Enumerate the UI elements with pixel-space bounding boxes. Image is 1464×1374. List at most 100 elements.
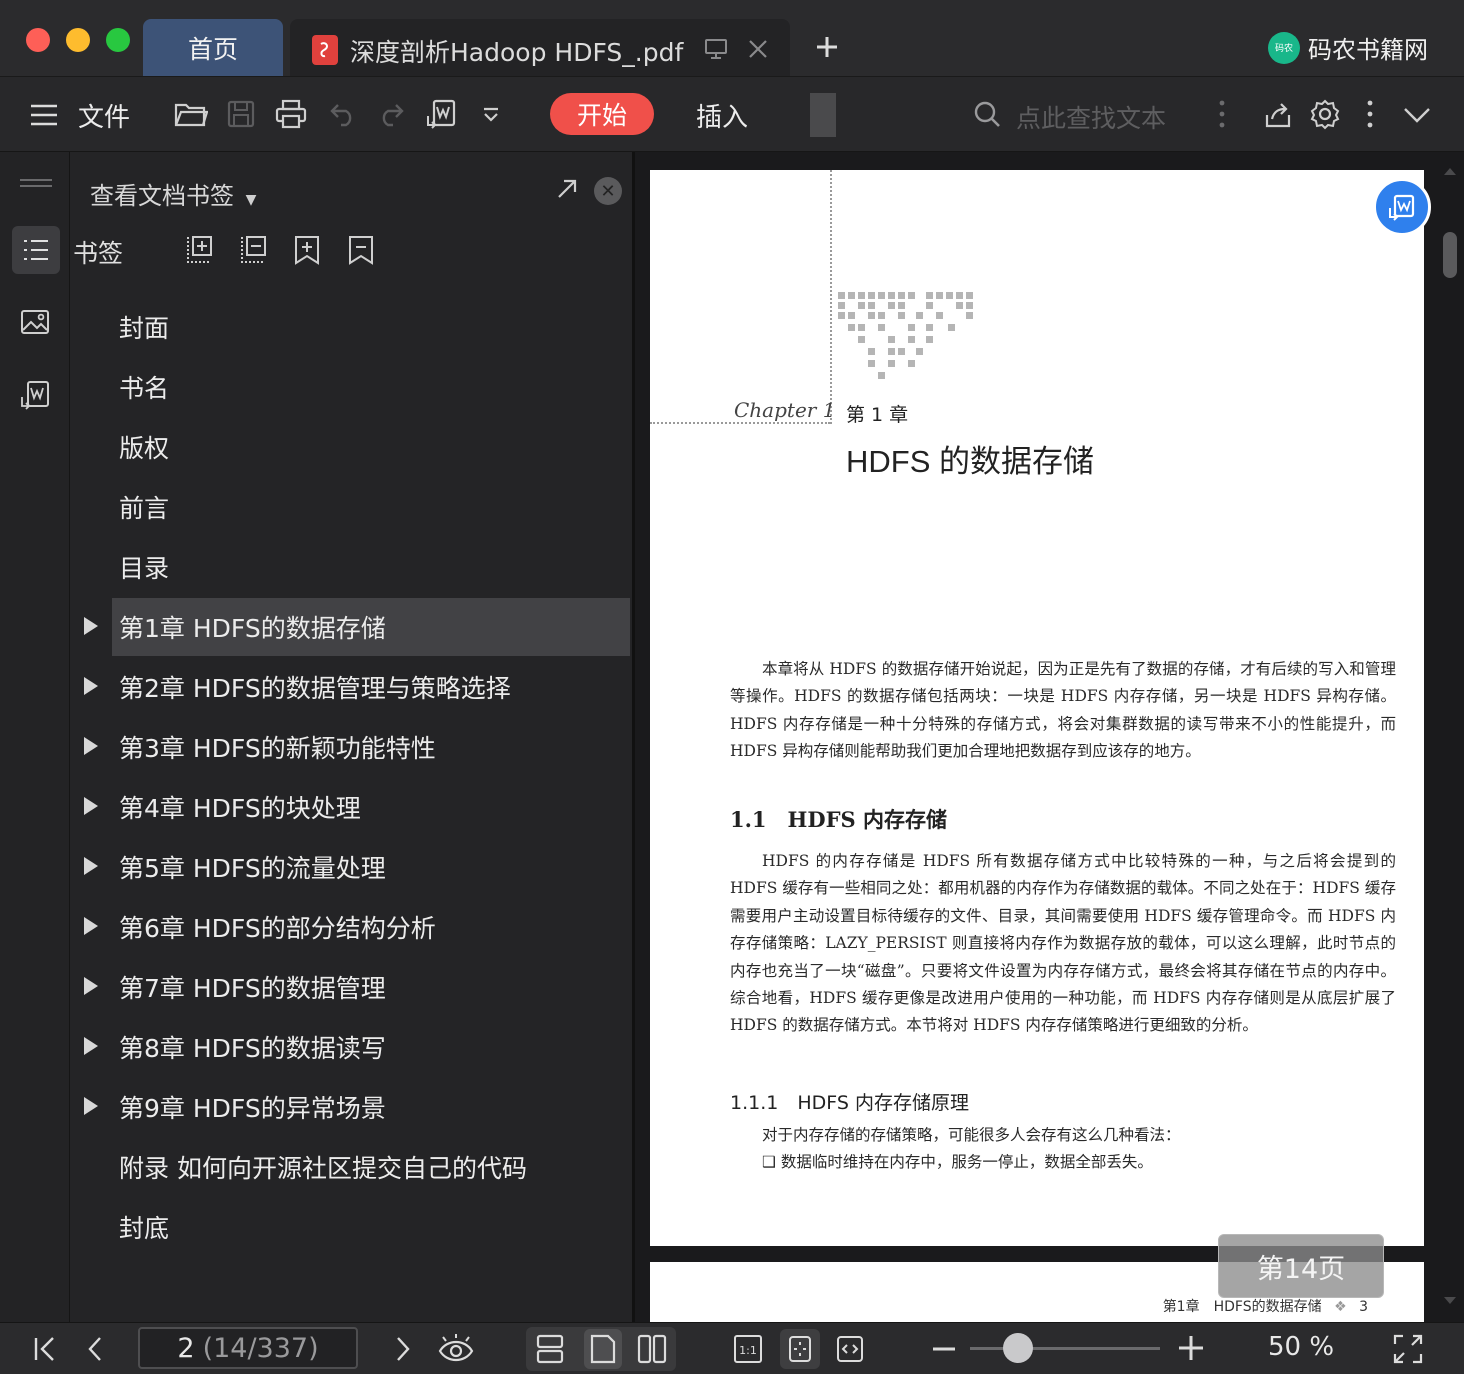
zoom-level-value[interactable]: 50 % — [1268, 1332, 1334, 1362]
document-viewer[interactable]: Chapter 1 第 1 章 HDFS 的数据存储 本章将从 HDFS 的数据… — [635, 152, 1464, 1322]
maximize-window-button[interactable] — [106, 28, 130, 52]
single-page-view-icon[interactable] — [584, 1329, 622, 1369]
fit-page-icon[interactable] — [780, 1329, 820, 1369]
fullscreen-icon[interactable] — [1392, 1333, 1424, 1365]
zoom-slider-track[interactable] — [970, 1347, 1160, 1350]
page-number-input[interactable]: 2 (14/337) — [138, 1327, 358, 1369]
zoom-in-plus-icon[interactable] — [1176, 1333, 1206, 1363]
bookmark-item[interactable]: 前言 — [112, 478, 630, 536]
expand-triangle-icon[interactable] — [84, 677, 98, 695]
close-tab-icon[interactable] — [744, 35, 772, 63]
expand-triangle-icon[interactable] — [84, 737, 98, 755]
bookmark-item[interactable]: 第5章 HDFS的流量处理 — [84, 838, 630, 896]
bookmark-item[interactable]: 第7章 HDFS的数据管理 — [84, 958, 630, 1016]
brand: 码农 码农书籍网 — [1268, 30, 1428, 65]
toolbar-scroll-right-button[interactable] — [810, 93, 836, 137]
save-icon[interactable] — [224, 97, 258, 131]
settings-gear-icon[interactable] — [1308, 97, 1342, 131]
bookmark-item-selected[interactable]: 第1章 HDFS的数据存储 — [84, 598, 630, 656]
bookmark-item[interactable]: 第3章 HDFS的新颖功能特性 — [84, 718, 630, 776]
insert-tab-button[interactable]: 插入 — [696, 97, 748, 134]
start-tab-button[interactable]: 开始 — [550, 93, 654, 135]
page-detail: (14/337) — [202, 1332, 319, 1364]
close-panel-icon[interactable]: ✕ — [594, 177, 622, 205]
collapse-toolbar-chevron-icon[interactable] — [1400, 103, 1434, 127]
bookmark-item[interactable]: 第4章 HDFS的块处理 — [84, 778, 630, 836]
search-input[interactable]: 点此查找文本 — [1016, 99, 1166, 135]
subsection-intro: 对于内存存储的存储策略，可能很多人会存有这么几种看法： — [762, 1126, 1181, 1144]
file-menu[interactable]: 文件 — [78, 97, 130, 134]
print-icon[interactable] — [274, 97, 308, 131]
bookmark-item[interactable]: 封底 — [112, 1198, 630, 1256]
undock-panel-icon[interactable] — [554, 176, 580, 202]
scroll-up-arrow-icon[interactable] — [1443, 166, 1457, 180]
zoom-slider-thumb[interactable] — [1002, 1333, 1033, 1363]
next-page-icon[interactable] — [388, 1335, 418, 1363]
expand-triangle-icon[interactable] — [84, 1037, 98, 1055]
collapse-all-bookmarks-icon[interactable] — [238, 234, 268, 266]
continuous-scroll-view-icon[interactable] — [532, 1331, 568, 1367]
share-icon[interactable] — [1262, 99, 1294, 131]
intro-paragraph: 本章将从 HDFS 的数据存储开始说起，因为正是先有了数据的存储，才有后续的写入… — [730, 660, 1396, 761]
bookmark-item[interactable]: 第9章 HDFS的异常场景 — [84, 1078, 630, 1136]
bookmark-item[interactable]: 第6章 HDFS的部分结构分析 — [84, 898, 630, 956]
floating-convert-button[interactable] — [1373, 178, 1431, 236]
expand-triangle-icon[interactable] — [84, 977, 98, 995]
bookmark-item[interactable]: 目录 — [112, 538, 630, 596]
tab-document[interactable]: 深度剖析Hadoop HDFS_.pdf — [290, 19, 790, 76]
rail-convert-icon[interactable] — [16, 376, 54, 414]
rail-bookmarks-button[interactable] — [12, 226, 60, 274]
bookmark-item[interactable]: 第8章 HDFS的数据读写 — [84, 1018, 630, 1076]
reading-mode-eye-icon[interactable] — [436, 1331, 476, 1367]
fit-width-icon[interactable] — [832, 1331, 868, 1367]
new-tab-plus-icon[interactable] — [812, 32, 842, 62]
search-icon[interactable] — [972, 99, 1002, 129]
rail-drag-handle[interactable] — [20, 178, 52, 188]
expand-all-bookmarks-icon[interactable] — [184, 234, 214, 266]
page-indicator-badge: 第14页 — [1218, 1234, 1384, 1298]
pdf-page: Chapter 1 第 1 章 HDFS 的数据存储 本章将从 HDFS 的数据… — [650, 170, 1424, 1246]
bookmark-section-label: 书签 — [73, 239, 124, 268]
bookmark-item[interactable]: 第2章 HDFS的数据管理与策略选择 — [84, 658, 630, 716]
expand-triangle-icon[interactable] — [84, 617, 98, 635]
tab-home[interactable]: 首页 — [143, 19, 283, 76]
brand-logo-icon: 码农 — [1268, 31, 1300, 64]
panel-title-label: 查看文档书签 — [90, 182, 234, 210]
minimize-window-button[interactable] — [66, 28, 90, 52]
expand-triangle-icon[interactable] — [84, 1097, 98, 1115]
more-dropdown-icon[interactable] — [478, 103, 504, 127]
tab-document-label: 深度剖析Hadoop HDFS_.pdf — [350, 38, 684, 67]
chapter-number: 第 1 章 — [846, 404, 909, 426]
more-vertical-icon[interactable] — [1212, 97, 1232, 131]
scroll-down-arrow-icon[interactable] — [1443, 1296, 1457, 1310]
bookmark-item[interactable]: 版权 — [112, 418, 630, 476]
decorative-diamond-icon: ❖ — [1334, 1299, 1347, 1315]
two-page-view-icon[interactable] — [634, 1331, 670, 1367]
bookmark-item[interactable]: 书名 — [112, 358, 630, 416]
vertical-scrollbar-thumb[interactable] — [1443, 232, 1457, 278]
expand-triangle-icon[interactable] — [84, 917, 98, 935]
close-window-button[interactable] — [26, 28, 50, 52]
redo-icon[interactable] — [374, 97, 408, 131]
panel-title-dropdown[interactable]: 查看文档书签 ▼ — [90, 176, 256, 211]
previous-page-icon[interactable] — [80, 1335, 110, 1363]
pdf-file-icon — [312, 35, 338, 65]
menu-hamburger-icon[interactable] — [28, 101, 60, 129]
delete-bookmark-icon[interactable] — [346, 234, 376, 266]
more-options-icon[interactable] — [1360, 97, 1380, 131]
decorative-dotted-line — [830, 170, 832, 424]
actual-size-icon[interactable]: 1:1 — [730, 1331, 766, 1367]
bookmark-item[interactable]: 附录 如何向开源社区提交自己的代码 — [112, 1138, 630, 1196]
zoom-out-minus-icon[interactable] — [930, 1335, 958, 1363]
monitor-icon[interactable] — [702, 37, 730, 61]
open-folder-icon[interactable] — [174, 97, 208, 131]
add-bookmark-icon[interactable] — [292, 234, 322, 266]
rail-thumbnails-image-icon[interactable] — [16, 306, 54, 340]
bookmark-item[interactable]: 封面 — [112, 298, 630, 356]
convert-pdf-to-word-icon[interactable] — [424, 97, 458, 131]
expand-triangle-icon[interactable] — [84, 797, 98, 815]
expand-triangle-icon[interactable] — [84, 857, 98, 875]
start-tab-label: 开始 — [576, 101, 627, 130]
undo-icon[interactable] — [326, 97, 360, 131]
first-page-icon[interactable] — [30, 1335, 60, 1363]
